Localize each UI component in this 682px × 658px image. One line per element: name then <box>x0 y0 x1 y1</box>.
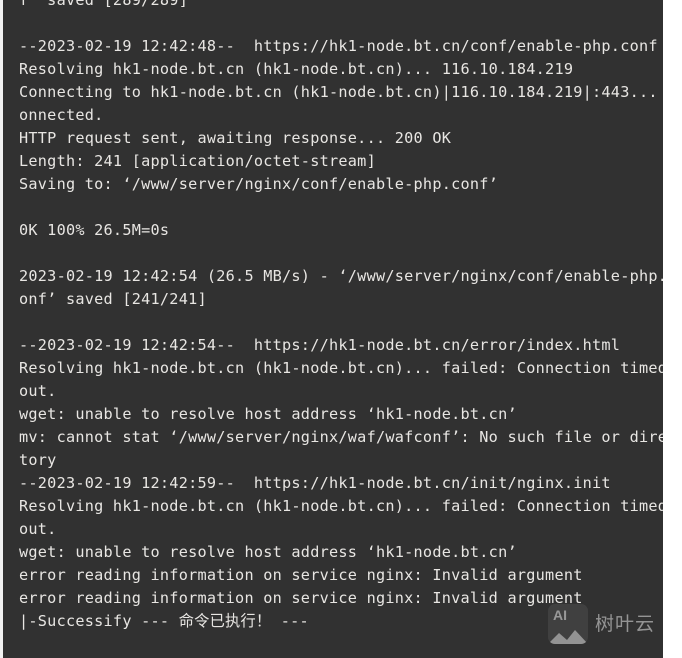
terminal-line: mv: cannot stat ‘/www/server/nginx/waf/w… <box>19 428 663 446</box>
terminal-line: Resolving hk1-node.bt.cn (hk1-node.bt.cn… <box>19 359 663 377</box>
terminal-line: Resolving hk1-node.bt.cn (hk1-node.bt.cn… <box>19 497 663 515</box>
terminal-line: --2023-02-19 12:42:48-- https://hk1-node… <box>19 37 658 55</box>
terminal-line: error reading information on service ngi… <box>19 566 583 584</box>
terminal-line: Resolving hk1-node.bt.cn (hk1-node.bt.cn… <box>19 60 574 78</box>
terminal-line: 0K 100% 26.5M=0s <box>19 221 170 239</box>
terminal-line: wget: unable to resolve host address ‘hk… <box>19 543 517 561</box>
terminal-line: |-Successify --- 命令已执行！ --- <box>19 612 309 630</box>
terminal-line: tory <box>19 451 57 469</box>
screenshot-root: f' saved [289/289] --2023-02-19 12:42:48-… <box>0 0 682 658</box>
terminal-line: --2023-02-19 12:42:59-- https://hk1-node… <box>19 474 611 492</box>
terminal-line: wget: unable to resolve host address ‘hk… <box>19 405 517 423</box>
terminal-line: 2023-02-19 12:42:54 (26.5 MB/s) - ‘/www/… <box>19 267 663 285</box>
terminal-pane[interactable]: f' saved [289/289] --2023-02-19 12:42:48-… <box>3 0 663 658</box>
terminal-line: Length: 241 [application/octet-stream] <box>19 152 376 170</box>
terminal-line: Saving to: ‘/www/server/nginx/conf/enabl… <box>19 175 499 193</box>
terminal-line: out. <box>19 520 57 538</box>
terminal-line: Connecting to hk1-node.bt.cn (hk1-node.b… <box>19 83 663 101</box>
terminal-line: onnected. <box>19 106 104 124</box>
terminal-line: f' saved [289/289] <box>19 0 189 9</box>
terminal-line: error reading information on service ngi… <box>19 589 583 607</box>
terminal-line: onf’ saved [241/241] <box>19 290 207 308</box>
terminal-output: f' saved [289/289] --2023-02-19 12:42:48-… <box>3 0 663 633</box>
terminal-line: out. <box>19 382 57 400</box>
terminal-line: --2023-02-19 12:42:54-- https://hk1-node… <box>19 336 621 354</box>
terminal-line: HTTP request sent, awaiting response... … <box>19 129 452 147</box>
